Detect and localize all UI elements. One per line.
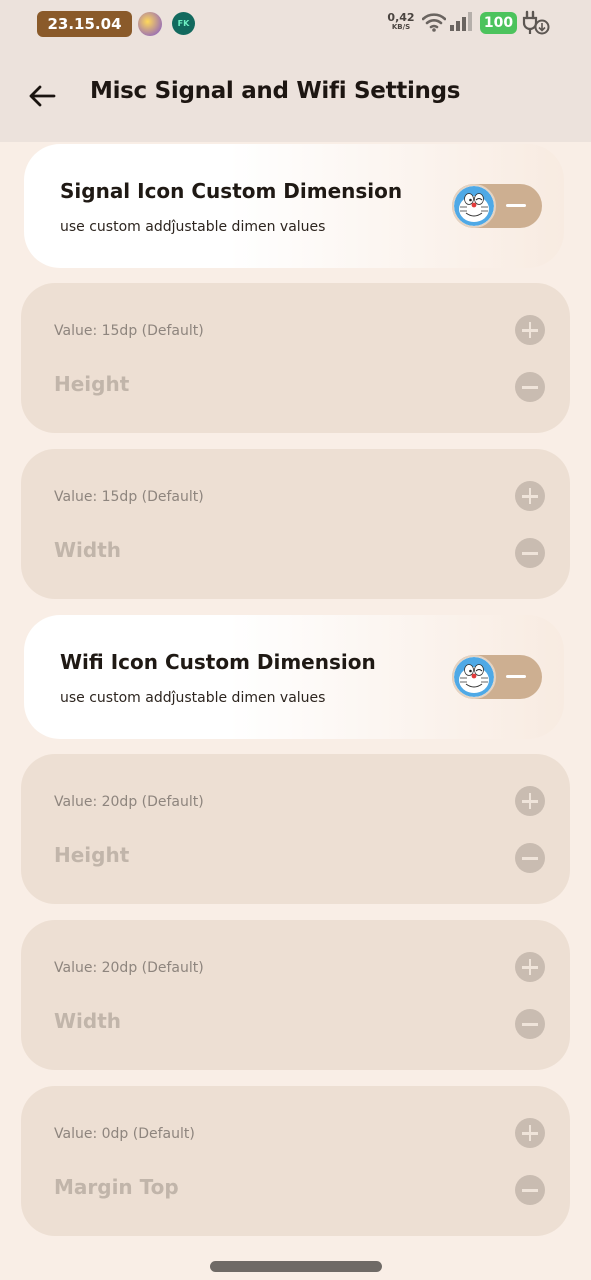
- signal-height-increase-button[interactable]: [515, 315, 545, 345]
- signal-switch-title: Signal Icon Custom Dimension: [60, 179, 403, 203]
- cell-signal-icon: [450, 12, 472, 31]
- doraemon-face-icon: [452, 655, 496, 699]
- status-clock: 23.15.04: [37, 11, 132, 37]
- wifi-margin-top-decrease-button[interactable]: [515, 1175, 545, 1205]
- network-speed: 0,42 KB/S: [386, 12, 416, 32]
- wifi-switch-title: Wifi Icon Custom Dimension: [60, 650, 376, 674]
- network-speed-unit: KB/S: [391, 23, 411, 31]
- wifi-width-label: Width: [54, 1009, 122, 1033]
- signal-width-decrease-button[interactable]: [515, 538, 545, 568]
- signal-height-value: Value: 15dp (Default): [54, 323, 204, 339]
- wifi-custom-dimension-card[interactable]: Wifi Icon Custom Dimension use custom ad…: [24, 615, 564, 739]
- wifi-height-increase-button[interactable]: [515, 786, 545, 816]
- doraemon-face-icon: [452, 184, 496, 228]
- notification-app-icon: FK: [172, 12, 195, 35]
- signal-height-label: Height: [54, 372, 130, 396]
- signal-width-value: Value: 15dp (Default): [54, 489, 204, 505]
- wifi-height-decrease-button[interactable]: [515, 843, 545, 873]
- wifi-width-card: Value: 20dp (Default) Width: [21, 920, 570, 1070]
- wifi-margin-top-increase-button[interactable]: [515, 1118, 545, 1148]
- signal-width-increase-button[interactable]: [515, 481, 545, 511]
- signal-custom-dimension-card[interactable]: Signal Icon Custom Dimension use custom …: [24, 144, 564, 268]
- wifi-height-label: Height: [54, 843, 130, 867]
- status-bar: 23.15.04 FK 0,42 KB/S 100: [0, 0, 591, 48]
- signal-switch-subtitle: use custom addĵustable dimen values: [60, 219, 326, 235]
- wifi-width-value: Value: 20dp (Default): [54, 960, 204, 976]
- notification-avatar-icon: [138, 12, 162, 36]
- wifi-status-icon: [422, 13, 446, 32]
- wifi-switch-subtitle: use custom addĵustable dimen values: [60, 690, 326, 706]
- toggle-off-dash: [506, 675, 526, 678]
- wifi-height-value: Value: 20dp (Default): [54, 794, 204, 810]
- page-title: Misc Signal and Wifi Settings: [90, 78, 461, 104]
- battery-level: 100: [480, 12, 517, 34]
- wifi-width-decrease-button[interactable]: [515, 1009, 545, 1039]
- app-bar: Misc Signal and Wifi Settings: [0, 48, 591, 142]
- signal-width-label: Width: [54, 538, 122, 562]
- wifi-margin-top-card: Value: 0dp (Default) Margin Top: [21, 1086, 570, 1236]
- wifi-margin-top-label: Margin Top: [54, 1175, 179, 1199]
- signal-custom-dimension-toggle[interactable]: [452, 184, 542, 228]
- home-gesture-bar[interactable]: [210, 1261, 382, 1272]
- back-button[interactable]: [24, 78, 60, 114]
- wifi-custom-dimension-toggle[interactable]: [452, 655, 542, 699]
- arrow-left-icon: [29, 85, 56, 107]
- signal-height-decrease-button[interactable]: [515, 372, 545, 402]
- signal-height-card: Value: 15dp (Default) Height: [21, 283, 570, 433]
- wifi-height-card: Value: 20dp (Default) Height: [21, 754, 570, 904]
- wifi-margin-top-value: Value: 0dp (Default): [54, 1126, 195, 1142]
- charging-plug-icon: [522, 10, 550, 35]
- signal-width-card: Value: 15dp (Default) Width: [21, 449, 570, 599]
- wifi-width-increase-button[interactable]: [515, 952, 545, 982]
- toggle-off-dash: [506, 204, 526, 207]
